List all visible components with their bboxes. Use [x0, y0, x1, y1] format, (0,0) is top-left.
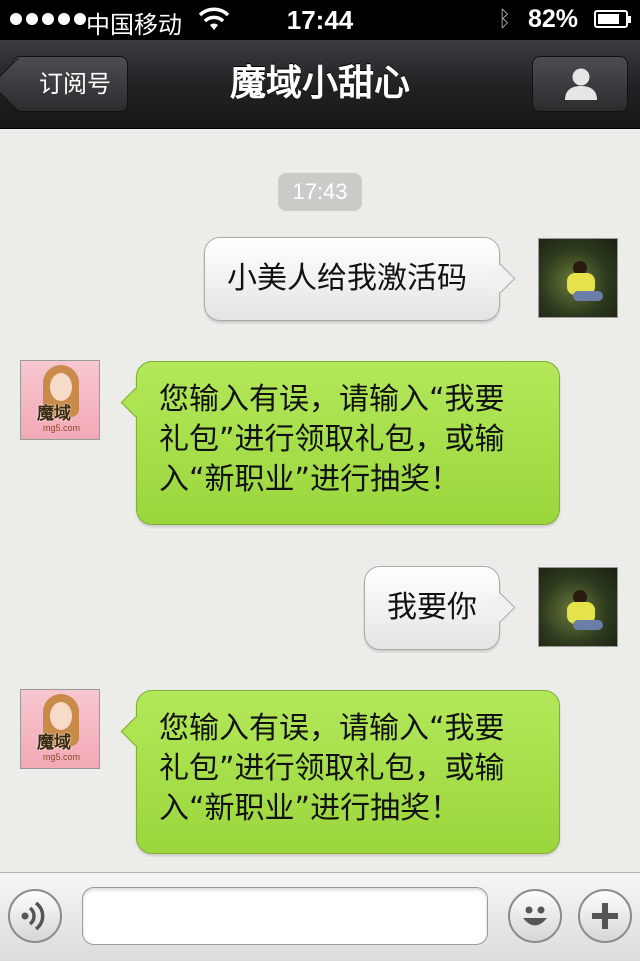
chat-area[interactable]: 17:43 小美人给我激活码 魔域 mg5.com 您输入有误，请输入“我要 礼…	[0, 129, 640, 872]
avatar-site: mg5.com	[43, 752, 81, 762]
bluetooth-icon: ᛒ	[498, 6, 512, 31]
status-bar: 中国移动 17:44 ᛒ 82%	[0, 0, 640, 40]
input-bar	[0, 872, 640, 961]
message-text: 您输入有误，请输入“我要 礼包”进行领取礼包，或输 入“新职业”进行抽奖！	[159, 382, 505, 497]
battery-icon	[594, 10, 631, 28]
message-text: 小美人给我激活码	[227, 261, 467, 296]
avatar-logo: 魔域	[37, 733, 71, 753]
message-bubble-outgoing[interactable]: 我要你	[364, 566, 500, 650]
voice-icon	[21, 901, 45, 931]
my-avatar[interactable]	[538, 567, 618, 647]
message-bubble-incoming[interactable]: 您输入有误，请输入“我要 礼包”进行领取礼包，或输 入“新职业”进行抽奖！	[136, 361, 560, 525]
battery-percent: 82%	[528, 5, 579, 33]
avatar-site: mg5.com	[43, 423, 81, 433]
navigation-bar: 魔域小甜心 订阅号	[0, 40, 640, 129]
message-bubble-incoming[interactable]: 您输入有误，请输入“我要 礼包”进行领取礼包，或输 入“新职业”进行抽奖！	[136, 690, 560, 854]
message-bubble-outgoing[interactable]: 小美人给我激活码	[204, 237, 500, 321]
bot-avatar[interactable]: 魔域 mg5.com	[20, 360, 100, 440]
avatar-logo: 魔域	[37, 404, 71, 424]
person-icon	[565, 68, 597, 100]
timestamp-badge: 17:43	[278, 173, 362, 211]
smiley-icon	[523, 906, 547, 926]
message-text: 您输入有误，请输入“我要 礼包”进行领取礼包，或输 入“新职业”进行抽奖！	[159, 711, 505, 826]
bot-avatar[interactable]: 魔域 mg5.com	[20, 689, 100, 769]
back-button-label: 订阅号	[39, 70, 111, 98]
my-avatar[interactable]	[538, 238, 618, 318]
voice-button[interactable]	[8, 889, 62, 943]
plus-icon	[592, 903, 618, 929]
battery-fill	[598, 14, 620, 24]
message-input[interactable]	[82, 887, 488, 945]
emoji-button[interactable]	[508, 889, 562, 943]
back-button[interactable]: 订阅号	[12, 56, 128, 112]
more-button[interactable]	[578, 889, 632, 943]
profile-button[interactable]	[532, 56, 628, 112]
message-text: 我要你	[387, 590, 477, 625]
